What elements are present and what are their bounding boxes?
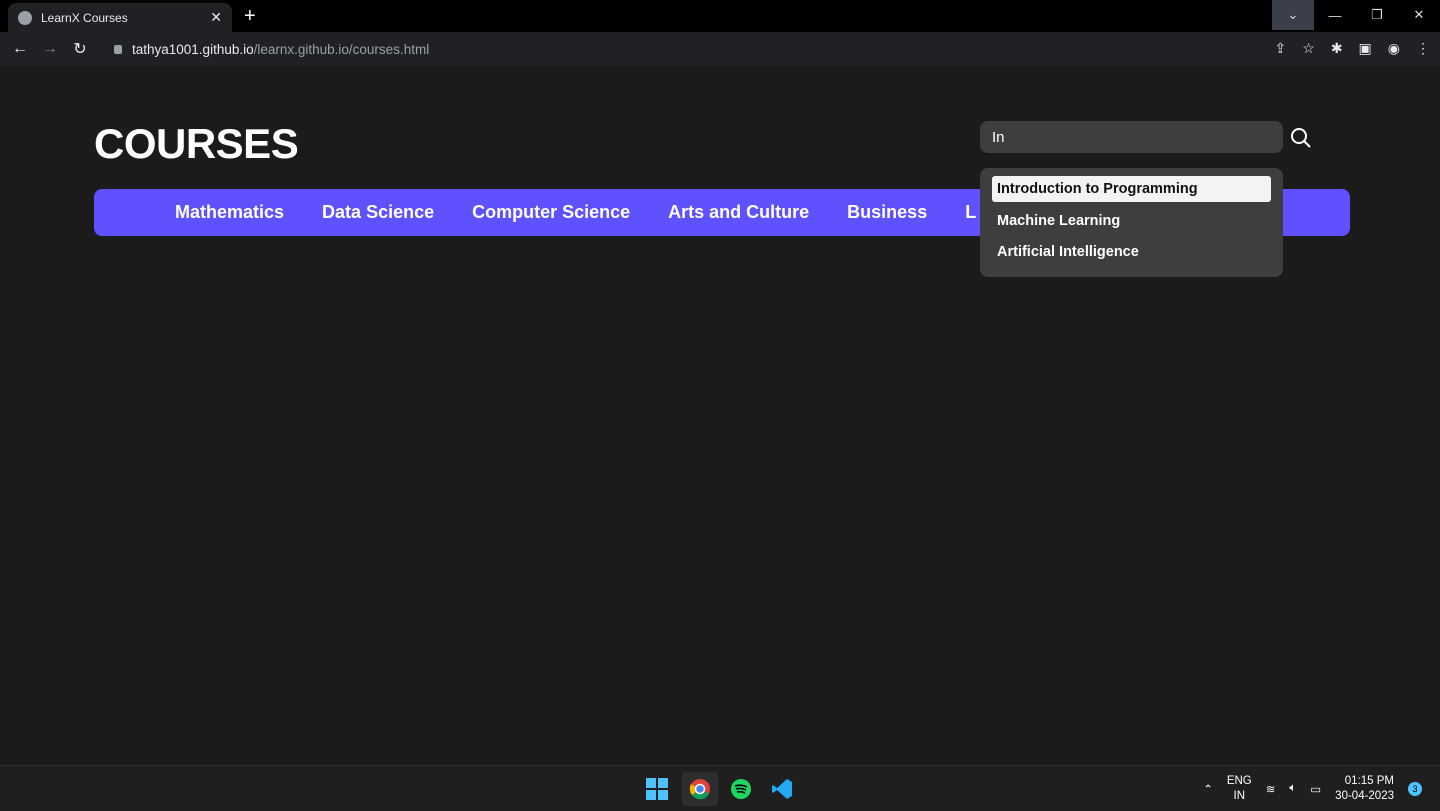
battery-icon[interactable]: ▭ [1310,782,1321,796]
globe-icon [18,10,32,25]
search-input[interactable]: In [980,121,1283,153]
browser-tab[interactable]: LearnX Courses ✕ [8,3,232,32]
minimize-button[interactable]: — [1314,0,1356,30]
profile-avatar[interactable]: ◉ [1388,40,1400,57]
tab-search-icon[interactable]: ⌄ [1272,0,1314,30]
address-bar[interactable]: tathya1001.github.io/learnx.github.io/co… [102,35,1312,63]
browser-toolbar: ← → ↻ tathya1001.github.io/learnx.github… [0,32,1440,66]
nav-business[interactable]: Business [847,202,927,223]
tab-strip: LearnX Courses ✕ + ⌄ — ❐ ✕ [0,0,1440,32]
nav-data-science[interactable]: Data Science [322,202,434,223]
extensions-icon[interactable]: ✱ [1331,40,1343,57]
nav-item-partial[interactable]: L [965,202,976,223]
url-host: tathya1001.github.io [132,41,254,57]
back-icon[interactable]: ← [5,40,35,58]
nav-arts-and-culture[interactable]: Arts and Culture [668,202,809,223]
suggestion-item[interactable]: Machine Learning [992,208,1271,234]
menu-icon[interactable]: ⋮ [1416,40,1430,57]
clock[interactable]: 01:15 PM 30-04-2023 [1335,774,1394,804]
bookmark-star-icon[interactable]: ☆ [1302,40,1315,57]
suggestion-item[interactable]: Artificial Intelligence [992,239,1271,265]
search-value: In [992,128,1005,146]
language-indicator[interactable]: ENG IN [1227,774,1252,804]
chrome-icon[interactable] [682,772,718,806]
search-icon[interactable] [1290,127,1312,149]
page-title: COURSES [94,120,299,167]
close-tab-icon[interactable]: ✕ [210,9,222,26]
taskbar: ⌃ ENG IN ≋ 🔈︎ ▭ 01:15 PM 30-04-2023 3 [0,765,1440,810]
reload-icon[interactable]: ↻ [65,39,95,59]
share-icon[interactable]: ⇪ [1275,40,1287,57]
tab-title: LearnX Courses [41,10,128,25]
vscode-icon[interactable] [764,772,800,806]
wifi-icon[interactable]: ≋ [1266,782,1276,796]
notification-badge[interactable]: 3 [1408,781,1422,796]
nav-mathematics[interactable]: Mathematics [175,202,284,223]
search-suggestions: Introduction to Programming Machine Lear… [980,168,1283,277]
spotify-icon[interactable] [723,772,759,806]
nav-computer-science[interactable]: Computer Science [472,202,630,223]
close-window-button[interactable]: ✕ [1398,0,1440,30]
windows-start-icon[interactable] [639,772,675,806]
new-tab-button[interactable]: + [244,5,256,28]
side-panel-icon[interactable]: ▣ [1359,40,1372,57]
volume-icon[interactable]: 🔈︎ [1289,782,1296,795]
show-hidden-icons[interactable]: ⌃ [1203,782,1213,796]
url-path: /learnx.github.io/courses.html [253,41,430,57]
restore-button[interactable]: ❐ [1356,0,1398,30]
suggestion-item[interactable]: Introduction to Programming [992,176,1271,202]
forward-icon[interactable]: → [35,40,65,58]
lock-icon [114,44,122,54]
